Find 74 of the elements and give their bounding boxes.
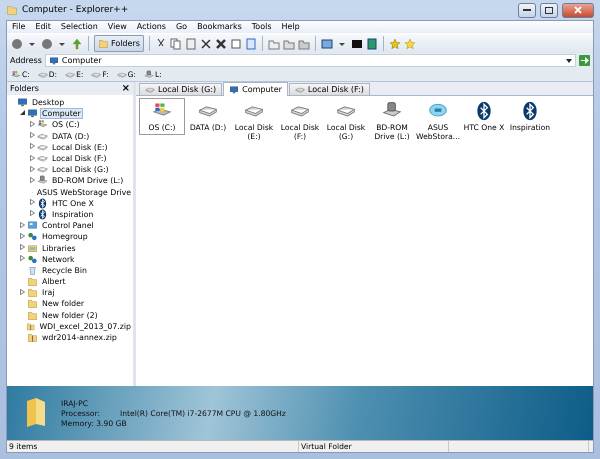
menu-item[interactable]: Actions: [132, 21, 171, 33]
tab[interactable]: Local Disk (G:): [139, 83, 222, 95]
collapse-arrow-icon[interactable]: [20, 110, 24, 116]
tab[interactable]: Local Disk (F:): [288, 83, 370, 95]
close-icon: [574, 6, 582, 14]
properties-icon[interactable]: [244, 38, 257, 50]
drive-icon: [37, 153, 48, 164]
network-icon: [27, 231, 38, 242]
folder-icon[interactable]: [282, 38, 295, 50]
back-icon[interactable]: [11, 38, 23, 50]
terminal-icon[interactable]: [350, 38, 363, 50]
star-icon[interactable]: [404, 38, 416, 50]
maximize-icon: [545, 6, 553, 14]
minimize-button[interactable]: [518, 2, 536, 18]
close-button[interactable]: ×: [122, 83, 130, 94]
view-icon[interactable]: [320, 38, 333, 50]
control-panel-icon: [27, 220, 38, 232]
zip-folder-icon: [26, 320, 36, 332]
menu-item[interactable]: Tools: [246, 21, 276, 33]
drive-icon: [38, 70, 48, 80]
folder-icon[interactable]: [298, 38, 310, 50]
drive-icon: [65, 70, 76, 80]
close-button[interactable]: [562, 2, 594, 18]
folder-icon: [6, 4, 18, 16]
address-label: Address: [10, 56, 42, 65]
delete-icon[interactable]: [214, 38, 227, 50]
library-icon: [27, 242, 38, 254]
paste-icon[interactable]: [184, 38, 197, 50]
network-icon: [27, 254, 38, 265]
folders-button[interactable]: Folders: [94, 35, 144, 52]
address-field[interactable]: Computer: [44, 54, 576, 67]
expand-arrow-icon[interactable]: [20, 288, 24, 295]
folder-icon: [27, 298, 38, 310]
menu-item[interactable]: View: [102, 21, 132, 33]
folder-icon[interactable]: [268, 38, 280, 50]
delete-icon[interactable]: [200, 38, 212, 50]
folder-icon: [98, 38, 109, 49]
computer-icon: [48, 56, 59, 66]
menu-item[interactable]: Selection: [56, 21, 103, 33]
folder-icon: [27, 276, 38, 288]
bluetooth-icon: [37, 198, 48, 209]
checkbox-icon[interactable]: [230, 38, 242, 50]
menu-item[interactable]: Bookmarks: [192, 21, 247, 33]
drive-icon: [116, 70, 127, 80]
refresh-icon[interactable]: [366, 38, 378, 50]
maximize-button[interactable]: [540, 2, 558, 18]
star-icon[interactable]: [388, 38, 401, 50]
menu-item[interactable]: Go: [170, 21, 192, 33]
dropdown-icon[interactable]: [566, 58, 572, 62]
optical-drive-icon: [37, 175, 48, 186]
computer-icon: [229, 84, 240, 94]
windows-drive-icon: [11, 70, 21, 80]
folder-icon: [25, 397, 47, 429]
drive-icon: [37, 164, 48, 176]
window-title: Computer - Explorer++: [22, 5, 130, 15]
drive-icon: [145, 84, 155, 94]
pane-title: Folders: [10, 84, 39, 93]
tab[interactable]: Computer: [223, 82, 288, 96]
drive-icon: [294, 84, 305, 94]
bluetooth-icon: [37, 208, 48, 220]
menu-item[interactable]: Edit: [30, 21, 56, 33]
folder-icon: [27, 287, 38, 298]
forward-icon[interactable]: [41, 38, 53, 50]
minimize-icon: [523, 8, 531, 12]
go-arrow-icon[interactable]: [579, 55, 590, 66]
folder-icon: [27, 310, 38, 321]
copy-icon[interactable]: [170, 38, 182, 50]
menu-item[interactable]: File: [7, 21, 30, 33]
optical-drive-icon: [144, 70, 154, 80]
computer-icon: [27, 108, 38, 120]
monitor-icon: [17, 97, 28, 108]
drive-icon: [91, 70, 102, 80]
recycle-bin-icon: [27, 264, 38, 276]
menu-item[interactable]: Help: [276, 21, 305, 33]
